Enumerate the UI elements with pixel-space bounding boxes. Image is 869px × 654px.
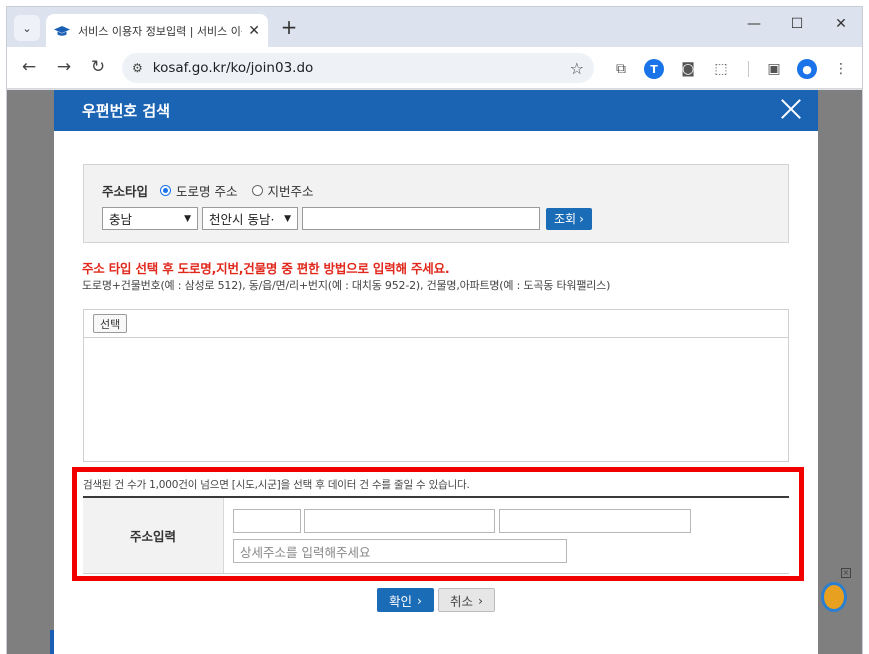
site-info-icon[interactable]: ⚙ <box>132 61 143 75</box>
url-text: kosaf.go.kr/ko/join03.do <box>152 60 314 76</box>
browser-toolbar: ← → ↻ ⚙ kosaf.go.kr/ko/join03.do ☆ ⧉ T ◙… <box>7 47 862 89</box>
chevron-down-icon: ▼ <box>184 213 191 224</box>
cancel-button-label: 취소 <box>449 593 473 609</box>
lot-address-radio[interactable] <box>251 185 263 196</box>
chevron-down-icon: ▼ <box>284 213 291 224</box>
chatbot-widget[interactable]: × <box>815 568 851 618</box>
toolbar-divider <box>748 61 749 77</box>
search-panel: 주소타입 도로명 주소 지번주소 충남 ▼ 천안시 동남· ▼ 조회 › <box>83 164 789 243</box>
profile-icon[interactable]: ● <box>797 59 817 79</box>
maximize-icon[interactable]: ☐ <box>782 16 812 32</box>
road-address-field[interactable] <box>304 509 495 533</box>
tab-bar: ⌄ 서비스 이용자 정보입력 | 서비스 이용 ✕ + — ☐ ✕ <box>7 7 862 47</box>
camera-icon[interactable]: ◙ <box>678 59 698 79</box>
city-select[interactable]: 천안시 동남· ▼ <box>202 207 298 230</box>
select-button[interactable]: 선택 <box>93 314 128 333</box>
province-value: 충남 <box>109 212 133 227</box>
search-button[interactable]: 조회 › <box>546 207 592 230</box>
address-type-label: 주소타입 <box>102 184 149 199</box>
copy-icon[interactable]: ⧉ <box>611 59 631 79</box>
search-fields-row: 충남 ▼ 천안시 동남· ▼ 조회 › <box>102 207 592 230</box>
province-select[interactable]: 충남 ▼ <box>102 207 198 230</box>
modal-footer: 확인 › 취소 › <box>54 588 818 612</box>
star-icon[interactable]: ☆ <box>570 59 584 78</box>
lot-address-field[interactable] <box>499 509 691 533</box>
translate-icon[interactable]: T <box>644 59 664 79</box>
address-input-table: 주소입력 상세주소를 입력해주세요 <box>83 496 789 574</box>
address-bar[interactable]: ⚙ kosaf.go.kr/ko/join03.do ☆ <box>122 53 594 83</box>
search-button-label: 조회 <box>554 212 577 226</box>
sidepanel-icon[interactable]: ▣ <box>764 59 784 79</box>
more-icon[interactable]: ⋮ <box>831 59 851 79</box>
cancel-button[interactable]: 취소 › <box>438 588 495 612</box>
road-address-radio[interactable] <box>160 185 172 196</box>
confirm-button-label: 확인 <box>388 593 412 609</box>
plus-icon[interactable]: + <box>277 15 301 39</box>
close-icon[interactable]: ✕ <box>248 23 260 39</box>
chatbot-mascot-icon[interactable] <box>821 582 847 612</box>
zipcode-search-modal: 우편번호 검색 주소타입 도로명 주소 지번주소 충남 ▼ 천안시 동남· ▼ … <box>54 90 818 654</box>
modal-title: 우편번호 검색 <box>82 102 171 120</box>
close-icon[interactable] <box>780 98 802 120</box>
back-icon[interactable]: ← <box>17 57 41 77</box>
page-content: × 우편번호 검색 주소타입 도로명 주소 지번주소 충남 ▼ 천안시 동남· … <box>7 90 862 654</box>
forward-icon[interactable]: → <box>52 57 76 77</box>
road-address-label[interactable]: 도로명 주소 <box>176 181 237 200</box>
city-value: 천안시 동남· <box>209 212 275 227</box>
address-type-row: 주소타입 도로명 주소 지번주소 <box>102 181 328 200</box>
window-close-icon[interactable]: ✕ <box>826 16 856 32</box>
modal-header: 우편번호 검색 <box>54 90 818 131</box>
count-notice: 검색된 건 수가 1,000건이 넘으면 [시도,시군]을 선택 후 데이터 건… <box>83 479 470 491</box>
keyword-input[interactable] <box>302 207 540 230</box>
chevron-right-icon: › <box>579 211 584 226</box>
extensions-icon[interactable]: ⬚ <box>711 59 731 79</box>
tab-search-icon[interactable]: ⌄ <box>14 15 40 41</box>
address-input-label: 주소입력 <box>83 498 224 573</box>
detail-address-field[interactable]: 상세주소를 입력해주세요 <box>233 539 567 563</box>
tab-title: 서비스 이용자 정보입력 | 서비스 이용 <box>78 24 243 38</box>
confirm-button[interactable]: 확인 › <box>377 588 434 612</box>
search-results: 선택 <box>83 309 789 462</box>
address-fields: 상세주소를 입력해주세요 <box>224 498 789 573</box>
zipcode-field[interactable] <box>233 509 301 533</box>
results-header: 선택 <box>84 310 788 338</box>
browser-window: ⌄ 서비스 이용자 정보입력 | 서비스 이용 ✕ + — ☐ ✕ ← → ↻ … <box>6 6 863 654</box>
lot-address-label[interactable]: 지번주소 <box>268 181 314 200</box>
browser-tab[interactable]: 서비스 이용자 정보입력 | 서비스 이용 ✕ <box>46 14 268 47</box>
widget-close-icon[interactable]: × <box>841 568 851 578</box>
minimize-icon[interactable]: — <box>739 16 769 32</box>
graduation-cap-icon <box>54 24 70 38</box>
reload-icon[interactable]: ↻ <box>86 57 110 77</box>
chevron-right-icon: › <box>417 592 422 608</box>
example-notice: 도로명+건물번호(예 : 삼성로 512), 동/읍/면/리+번지(예 : 대치… <box>82 279 611 292</box>
instruction-notice: 주소 타입 선택 후 도로명,지번,건물명 중 편한 방법으로 입력해 주세요. <box>82 261 450 276</box>
chevron-right-icon: › <box>478 592 483 608</box>
